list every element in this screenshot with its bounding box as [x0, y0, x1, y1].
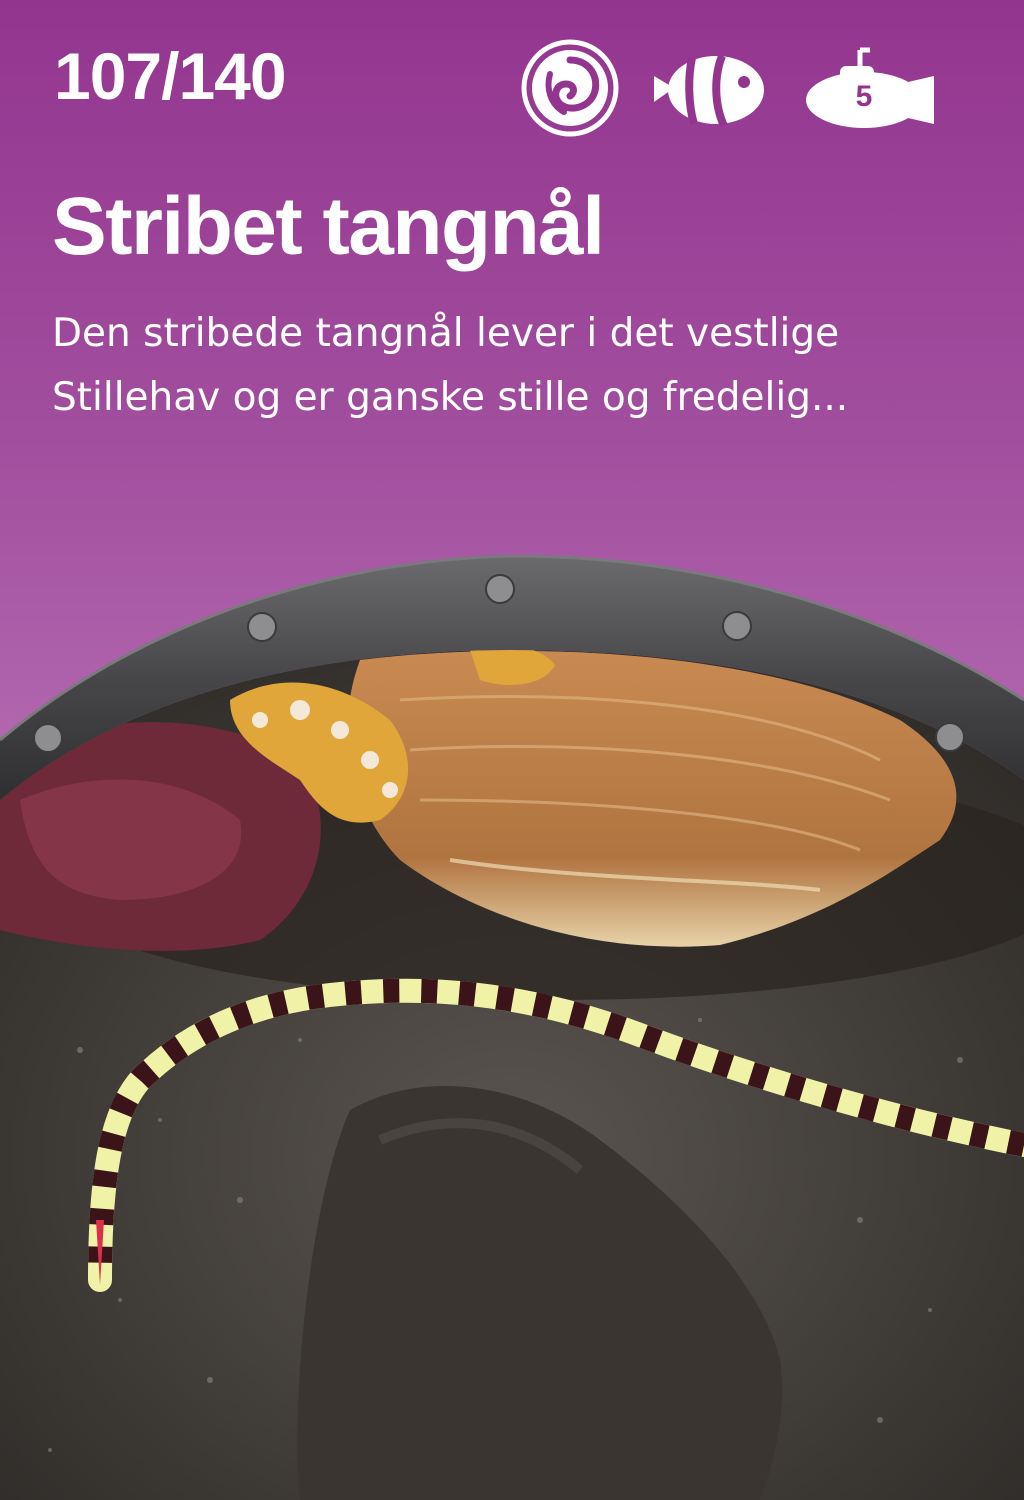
depth-level-badge: 5	[855, 80, 873, 113]
description-line-1: Den stribede tangnål lever i det vestlig…	[52, 311, 840, 356]
spiral-shell-icon	[521, 39, 619, 137]
card-description: Den stribede tangnål lever i det vestlig…	[52, 302, 972, 430]
underwater-scene	[0, 650, 1024, 1500]
clownfish-icon	[654, 54, 764, 128]
description-line-2: Stillehav og er ganske stille og fredeli…	[52, 375, 849, 420]
card-title: Stribet tangnål	[52, 181, 605, 272]
card-counter: 107/140	[54, 39, 287, 113]
card-attribute-icons: 5	[520, 38, 940, 138]
